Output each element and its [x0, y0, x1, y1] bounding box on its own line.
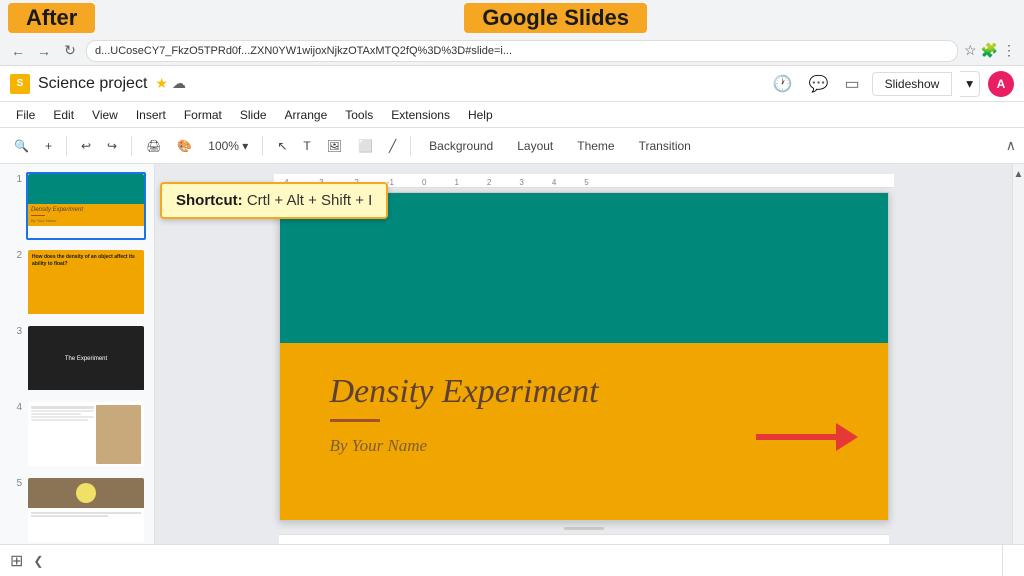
- menu-edit[interactable]: Edit: [45, 105, 82, 125]
- red-arrow: [756, 423, 858, 451]
- slide-num-1: 1: [4, 172, 22, 185]
- menu-insert[interactable]: Insert: [128, 105, 174, 125]
- slideshow-dropdown[interactable]: ▾: [960, 71, 980, 97]
- extension-icon[interactable]: 🧩: [981, 42, 998, 59]
- slide-thumb-frame-3[interactable]: The Experiment: [26, 324, 146, 392]
- slide-thumb-frame-5[interactable]: [26, 476, 146, 544]
- slides-panel: 1 Density Experiment By Your Name 2 How …: [0, 164, 155, 576]
- menu-extensions[interactable]: Extensions: [383, 105, 458, 125]
- separator-4: [410, 136, 411, 156]
- text-btn[interactable]: T: [297, 136, 316, 156]
- title-label: Google Slides: [464, 3, 647, 33]
- shortcut-tooltip: Shortcut: Crtl + Alt + Shift + I: [160, 182, 388, 219]
- cursor-btn[interactable]: ↖: [271, 136, 293, 156]
- menu-format[interactable]: Format: [176, 105, 230, 125]
- avatar[interactable]: A: [988, 71, 1014, 97]
- shortcut-value: Crtl + Alt + Shift + I: [247, 192, 372, 209]
- bookmark-icon[interactable]: ☆: [964, 42, 977, 59]
- image-btn[interactable]: 🖼: [321, 136, 348, 156]
- forward-button[interactable]: →: [34, 41, 54, 61]
- menu-bar: File Edit View Insert Format Slide Arran…: [0, 102, 1024, 128]
- slide-num-3: 3: [4, 324, 22, 337]
- shortcut-label: Shortcut:: [176, 192, 243, 209]
- refresh-button[interactable]: ↻: [60, 41, 80, 61]
- slide-divider-line: [330, 419, 380, 422]
- print-btn[interactable]: 🖨: [140, 136, 167, 156]
- app-header: S Science project ★ ☁ 🕐 💬 ▭ Slideshow ▾ …: [0, 66, 1024, 102]
- background-btn[interactable]: Background: [419, 135, 503, 157]
- slide-canvas[interactable]: Density Experiment By Your Name: [279, 192, 889, 521]
- star-icon[interactable]: ★: [155, 75, 168, 92]
- paint-format-btn[interactable]: 🎨: [171, 136, 198, 156]
- menu-file[interactable]: File: [8, 105, 43, 125]
- history-icon[interactable]: 🕐: [769, 72, 797, 96]
- slide-num-2: 2: [4, 248, 22, 261]
- zoom-out-btn[interactable]: 🔍: [8, 136, 35, 156]
- grid-view-icon[interactable]: ⊞: [10, 551, 23, 571]
- menu-icon[interactable]: ⋮: [1002, 42, 1016, 59]
- slide-thumb-frame-4[interactable]: [26, 400, 146, 468]
- after-label: After: [8, 3, 95, 33]
- separator-3: [262, 136, 263, 156]
- annotation-bar: After Google Slides: [0, 0, 1024, 36]
- app-title: Science project: [38, 75, 147, 93]
- scroll-end: [1002, 545, 1014, 576]
- undo-btn[interactable]: ↩: [75, 136, 97, 156]
- transition-btn[interactable]: Transition: [629, 135, 701, 157]
- separator-2: [131, 136, 132, 156]
- header-right: 🕐 💬 ▭ Slideshow ▾ A: [769, 71, 1014, 97]
- browser-icons: ☆ 🧩 ⋮: [964, 42, 1016, 59]
- comment-icon[interactable]: 💬: [805, 72, 833, 96]
- back-button[interactable]: ←: [8, 41, 28, 61]
- separator-1: [66, 136, 67, 156]
- arrow-line: [756, 434, 836, 440]
- slide-thumb-frame-1[interactable]: Density Experiment By Your Name: [26, 172, 146, 240]
- line-btn[interactable]: ╱: [383, 136, 402, 156]
- bottom-bar: ⊞ ❮: [0, 544, 1024, 576]
- slide-1-mini: Density Experiment By Your Name: [28, 174, 144, 239]
- toolbar: 🔍 + ↩ ↪ 🖨 🎨 100% ▾ ↖ T 🖼 ⬜ ╱ Background …: [0, 128, 1024, 164]
- present-icon[interactable]: ▭: [840, 72, 863, 96]
- main-area: 1 Density Experiment By Your Name 2 How …: [0, 164, 1024, 576]
- collapse-btn[interactable]: ∧: [1006, 137, 1016, 154]
- menu-help[interactable]: Help: [460, 105, 501, 125]
- panel-toggle-btn[interactable]: ❮: [33, 554, 43, 568]
- drive-icon[interactable]: ☁: [172, 75, 186, 92]
- url-bar[interactable]: [86, 40, 958, 62]
- slide-thumb-2[interactable]: 2 How does the density of an object affe…: [4, 248, 150, 316]
- slideshow-button[interactable]: Slideshow: [872, 72, 953, 96]
- slide-scroll-indicator: [564, 527, 604, 530]
- slide-thumb-4[interactable]: 4: [4, 400, 150, 468]
- scroll-up-btn[interactable]: ▲: [1013, 164, 1024, 184]
- slide-thumb-3[interactable]: 3 The Experiment: [4, 324, 150, 392]
- shapes-btn[interactable]: ⬜: [352, 136, 379, 156]
- layout-btn[interactable]: Layout: [507, 135, 563, 157]
- slide-thumb-5[interactable]: 5: [4, 476, 150, 544]
- arrow-head: [836, 423, 858, 451]
- slide-3-mini: The Experiment: [28, 326, 144, 391]
- menu-arrange[interactable]: Arrange: [277, 105, 336, 125]
- zoom-in-btn[interactable]: +: [39, 136, 58, 156]
- slide-4-mini: [28, 402, 144, 467]
- menu-slide[interactable]: Slide: [232, 105, 275, 125]
- menu-tools[interactable]: Tools: [337, 105, 381, 125]
- browser-chrome: ← → ↻ ☆ 🧩 ⋮: [0, 36, 1024, 66]
- redo-btn[interactable]: ↪: [101, 136, 123, 156]
- slide-title[interactable]: Density Experiment: [280, 343, 888, 411]
- slide-2-mini: How does the density of an object affect…: [28, 250, 144, 315]
- theme-btn[interactable]: Theme: [567, 135, 624, 157]
- editor-area: -4-3-2-1012345 Shortcut: Crtl + Alt + Sh…: [155, 164, 1012, 576]
- app-logo: S: [10, 74, 30, 94]
- slide-num-4: 4: [4, 400, 22, 413]
- slide-thumb-1[interactable]: 1 Density Experiment By Your Name: [4, 172, 150, 240]
- slide-thumb-frame-2[interactable]: How does the density of an object affect…: [26, 248, 146, 316]
- menu-view[interactable]: View: [84, 105, 126, 125]
- zoom-select-btn[interactable]: 100% ▾: [202, 136, 254, 156]
- slide-num-5: 5: [4, 476, 22, 489]
- scroll-track: [1013, 184, 1024, 556]
- slide-5-mini: [28, 478, 144, 543]
- right-scrollbar[interactable]: ▲ ▼: [1012, 164, 1024, 576]
